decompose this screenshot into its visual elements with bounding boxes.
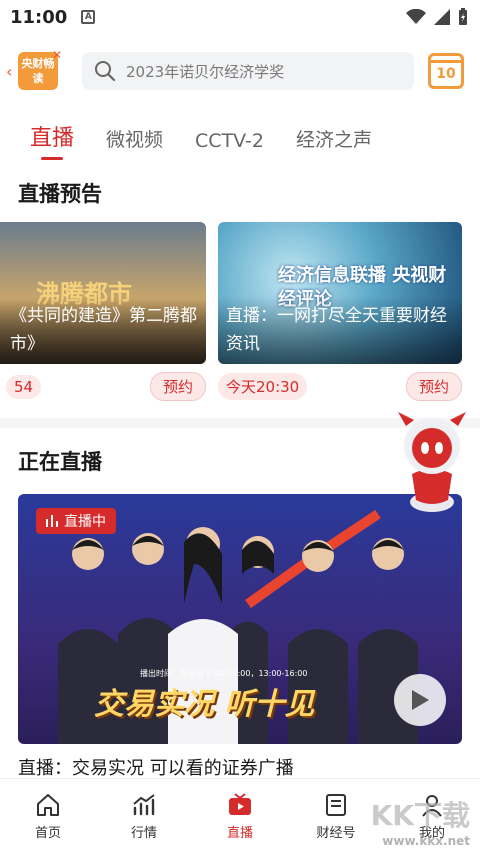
document-icon	[326, 794, 346, 816]
nav-finance-account[interactable]: 财经号	[288, 779, 384, 854]
preview-caption: 《共同的建造》第二腾都市》	[0, 296, 206, 364]
play-button[interactable]	[394, 674, 446, 726]
tab-live[interactable]: 直播	[30, 120, 74, 160]
reserve-button[interactable]: 预约	[149, 372, 206, 401]
nav-home[interactable]: 首页	[0, 779, 96, 854]
tv-icon	[229, 793, 251, 815]
tab-cctv2[interactable]: CCTV-2	[195, 130, 264, 160]
preview-thumbnail: 沸腾都市 《共同的建造》第二腾都市》	[0, 222, 206, 364]
home-icon	[37, 794, 59, 816]
search-icon	[95, 61, 116, 82]
battery-icon	[459, 8, 467, 25]
live-card[interactable]: 直播中 播出时间：交易日 9:00-12:00，13:00-16:00 交易实况…	[18, 494, 462, 744]
channel-tabs: 直播 微视频 CCTV-2 经济之声	[0, 108, 480, 160]
wifi-icon	[406, 9, 426, 24]
nav-finance-account-label: 财经号	[316, 826, 356, 841]
search-placeholder: 2023年诺贝尔经济学奖	[126, 62, 285, 81]
show-banner: 播出时间：交易日 9:00-12:00，13:00-16:00 交易实况 听十见	[94, 668, 414, 724]
air-time-label: 播出时间：交易日 9:00-12:00，13:00-16:00	[140, 669, 308, 678]
chart-icon	[133, 794, 155, 816]
preview-section-title: 直播预告	[18, 182, 102, 206]
tab-micro-video[interactable]: 微视频	[106, 125, 163, 160]
live-badge: 直播中	[36, 508, 116, 534]
preview-card[interactable]: 沸腾都市 《共同的建造》第二腾都市》 54 预约	[0, 222, 206, 401]
live-bars-icon	[46, 515, 58, 527]
reserve-button[interactable]: 预约	[405, 372, 462, 401]
tab-economic-voice[interactable]: 经济之声	[296, 125, 372, 160]
preview-carousel[interactable]: 沸腾都市 《共同的建造》第二腾都市》 54 预约 经济信息联播 央视财经评论 直…	[0, 222, 480, 412]
nav-home-label: 首页	[34, 826, 61, 841]
notification-icon: A	[81, 10, 96, 24]
nav-live-label: 直播	[226, 826, 253, 841]
signal-icon	[434, 9, 450, 25]
watermark-main: KK下载	[370, 799, 470, 832]
preview-caption: 直播：一网打尽全天重要财经资讯	[218, 296, 462, 364]
mascot-robot-icon[interactable]	[392, 404, 472, 514]
watermark-sub: www.kkx.net	[382, 834, 470, 848]
app-logo[interactable]: ‹ 央财畅读 ✕	[6, 48, 64, 94]
top-bar: ‹ 央财畅读 ✕ 2023年诺贝尔经济学奖 10	[0, 34, 480, 108]
preview-thumbnail: 经济信息联播 央视财经评论 直播：一网打尽全天重要财经资讯	[218, 222, 462, 364]
live-badge-label: 直播中	[64, 514, 106, 530]
live-description[interactable]: 直播：交易实况 可以看的证券广播	[0, 754, 480, 780]
back-arrow-icon: ‹	[6, 62, 13, 81]
status-time: 11:00	[10, 6, 68, 28]
play-icon	[412, 690, 429, 710]
nav-live[interactable]: 直播	[192, 779, 288, 854]
watermark: KK下载 www.kkx.net	[371, 794, 470, 848]
nav-market[interactable]: 行情	[96, 779, 192, 854]
show-title: 交易实况 听十见	[94, 687, 315, 722]
status-bar: 11:00 A	[0, 0, 480, 34]
search-input[interactable]: 2023年诺贝尔经济学奖	[82, 52, 414, 90]
calendar-icon[interactable]: 10	[428, 53, 464, 89]
preview-time: 54	[6, 374, 42, 399]
preview-time: 今天20:30	[218, 373, 308, 400]
live-section-title: 正在直播	[18, 450, 102, 474]
preview-card[interactable]: 经济信息联播 央视财经评论 直播：一网打尽全天重要财经资讯 今天20:30 预约	[218, 222, 462, 401]
close-icon: ✕	[51, 48, 62, 62]
nav-market-label: 行情	[130, 826, 157, 841]
